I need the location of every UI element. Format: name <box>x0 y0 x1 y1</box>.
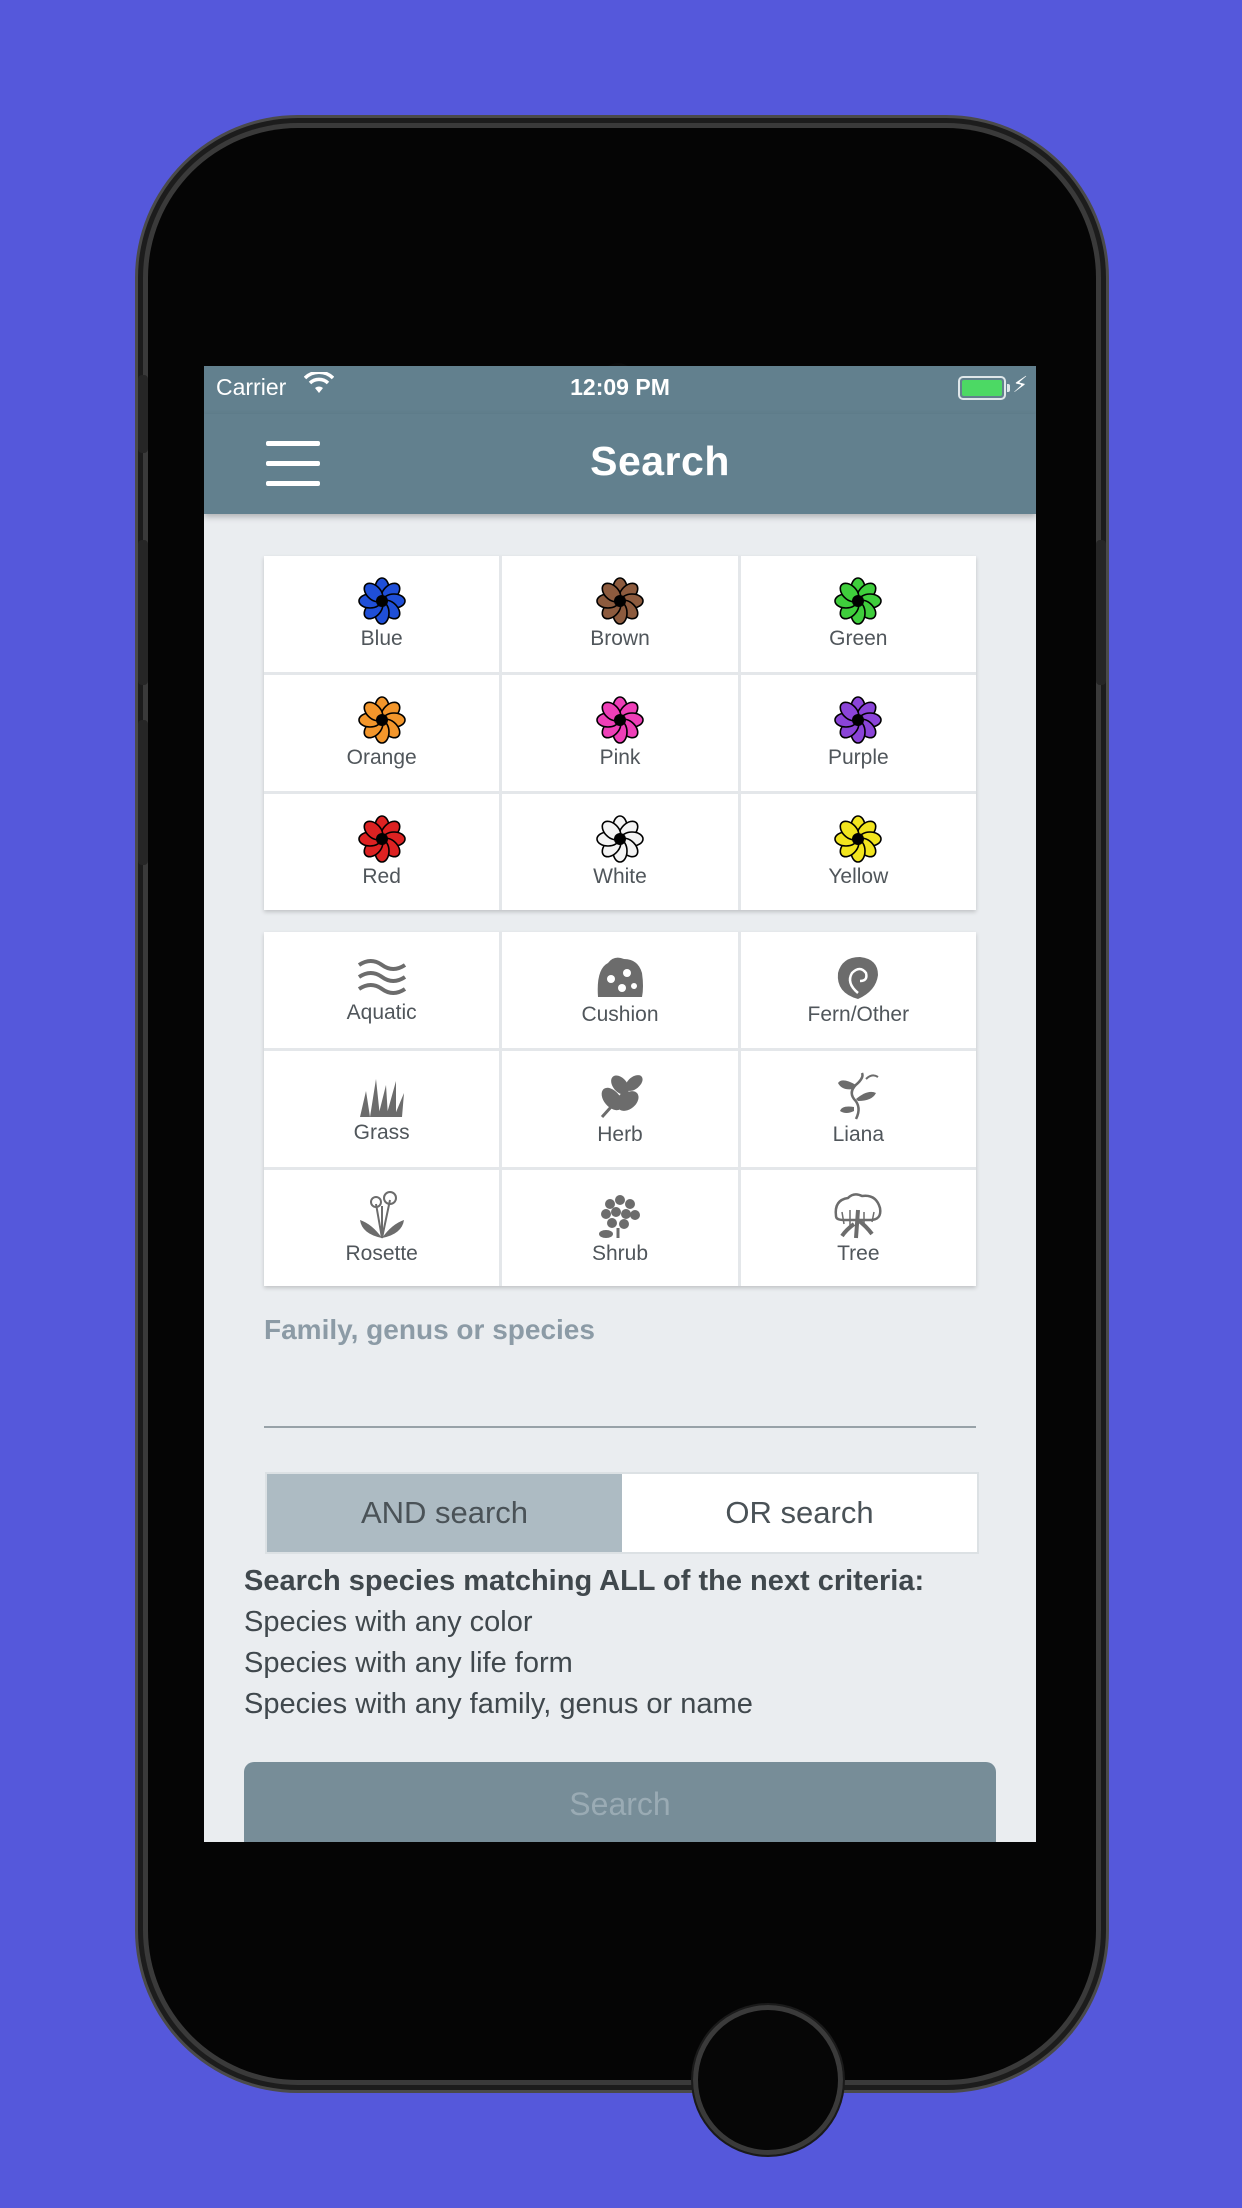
grass-icon <box>356 1073 408 1119</box>
flower-icon <box>596 815 644 863</box>
life-form-option-liana[interactable]: Liana <box>740 1051 976 1167</box>
flower-icon <box>596 577 644 625</box>
life-form-option-label: Liana <box>832 1123 885 1146</box>
status-bar: Carrier 12:09 PM ⚡︎ <box>204 366 1036 414</box>
color-option-pink[interactable]: Pink <box>502 675 738 791</box>
search-field-underline <box>264 1426 976 1428</box>
life-form-option-label: Shrub <box>591 1242 649 1265</box>
flower-icon <box>357 577 406 625</box>
or-search-tab[interactable]: OR search <box>622 1474 977 1552</box>
life-form-option-tree[interactable]: Tree <box>740 1170 976 1286</box>
liana-vine-icon <box>832 1071 884 1121</box>
criteria-line: Species with any family, genus or name <box>244 1688 753 1720</box>
criteria-summary: Search species matching ALL of the next … <box>244 1561 924 1725</box>
search-mode-toggle: AND search OR search <box>265 1472 979 1554</box>
home-button[interactable] <box>693 2005 843 2155</box>
color-option-label: Orange <box>346 746 417 769</box>
volume-down-button <box>138 720 148 865</box>
color-option-blue[interactable]: Blue <box>264 556 500 672</box>
power-button <box>1096 540 1106 685</box>
volume-up-button <box>138 540 148 685</box>
color-option-label: Blue <box>360 627 403 650</box>
life-form-option-label: Tree <box>837 1242 880 1265</box>
color-option-brown[interactable]: Brown <box>502 556 738 672</box>
mute-switch <box>138 375 148 453</box>
color-option-orange[interactable]: Orange <box>264 675 500 791</box>
clock: 12:09 PM <box>570 374 670 400</box>
color-option-white[interactable]: White <box>502 794 738 910</box>
life-form-option-fern-other[interactable]: Fern/Other <box>740 932 976 1048</box>
flower-icon <box>834 696 883 744</box>
color-option-green[interactable]: Green <box>740 556 976 672</box>
app-screen: Carrier 12:09 PM ⚡︎ Search Blue Brown Gree… <box>204 366 1036 1842</box>
flower-icon <box>834 577 883 625</box>
color-option-label: Yellow <box>828 865 889 888</box>
life-form-option-rosette[interactable]: Rosette <box>264 1170 500 1286</box>
criteria-heading: Search species matching ALL of the next … <box>244 1565 925 1597</box>
herb-leaf-icon <box>594 1071 646 1121</box>
color-option-red[interactable]: Red <box>264 794 500 910</box>
tree-icon <box>830 1190 886 1240</box>
life-form-option-label: Aquatic <box>346 1001 417 1024</box>
criteria-line: Species with any color <box>244 1606 533 1638</box>
and-search-tab[interactable]: AND search <box>267 1474 622 1552</box>
color-option-label: Red <box>362 865 401 888</box>
life-form-filter-grid: Aquatic Cushion Fern/Other Grass Herb Li… <box>264 932 976 1286</box>
flower-icon <box>357 815 406 863</box>
life-form-option-herb[interactable]: Herb <box>502 1051 738 1167</box>
color-option-label: Pink <box>599 746 641 769</box>
life-form-option-label: Fern/Other <box>807 1003 910 1026</box>
flower-icon <box>596 696 644 744</box>
life-form-option-label: Grass <box>353 1121 410 1144</box>
life-form-option-label: Rosette <box>345 1242 418 1265</box>
color-option-yellow[interactable]: Yellow <box>740 794 976 910</box>
aquatic-waves-icon <box>356 955 408 999</box>
life-form-option-shrub[interactable]: Shrub <box>502 1170 738 1286</box>
battery-icon <box>958 376 1010 400</box>
shrub-icon <box>594 1190 646 1240</box>
color-option-label: Purple <box>827 746 889 769</box>
search-button[interactable]: Search <box>244 1762 996 1842</box>
life-form-option-grass[interactable]: Grass <box>264 1051 500 1167</box>
life-form-option-label: Cushion <box>581 1003 659 1026</box>
life-form-option-aquatic[interactable]: Aquatic <box>264 932 500 1048</box>
flower-icon <box>357 696 406 744</box>
flower-icon <box>834 815 883 863</box>
family-genus-species-input[interactable] <box>264 1366 980 1420</box>
rosette-plant-icon <box>356 1190 408 1240</box>
fern-icon <box>832 953 884 1001</box>
criteria-line: Species with any life form <box>244 1647 573 1679</box>
charging-bolt-icon: ⚡︎ <box>1012 372 1028 397</box>
color-option-label: Green <box>829 627 888 650</box>
life-form-option-cushion[interactable]: Cushion <box>502 932 738 1048</box>
color-filter-grid: Blue Brown Green Orange Pink Purple Red White Ye… <box>264 556 976 910</box>
cushion-plant-icon <box>594 953 646 1001</box>
life-form-option-label: Herb <box>597 1123 643 1146</box>
search-field-label: Family, genus or species <box>264 1314 595 1345</box>
navigation-bar: Search <box>204 414 1036 514</box>
color-option-label: Brown <box>590 627 650 650</box>
page-title: Search <box>590 438 730 484</box>
color-option-purple[interactable]: Purple <box>740 675 976 791</box>
color-option-label: White <box>593 865 647 888</box>
